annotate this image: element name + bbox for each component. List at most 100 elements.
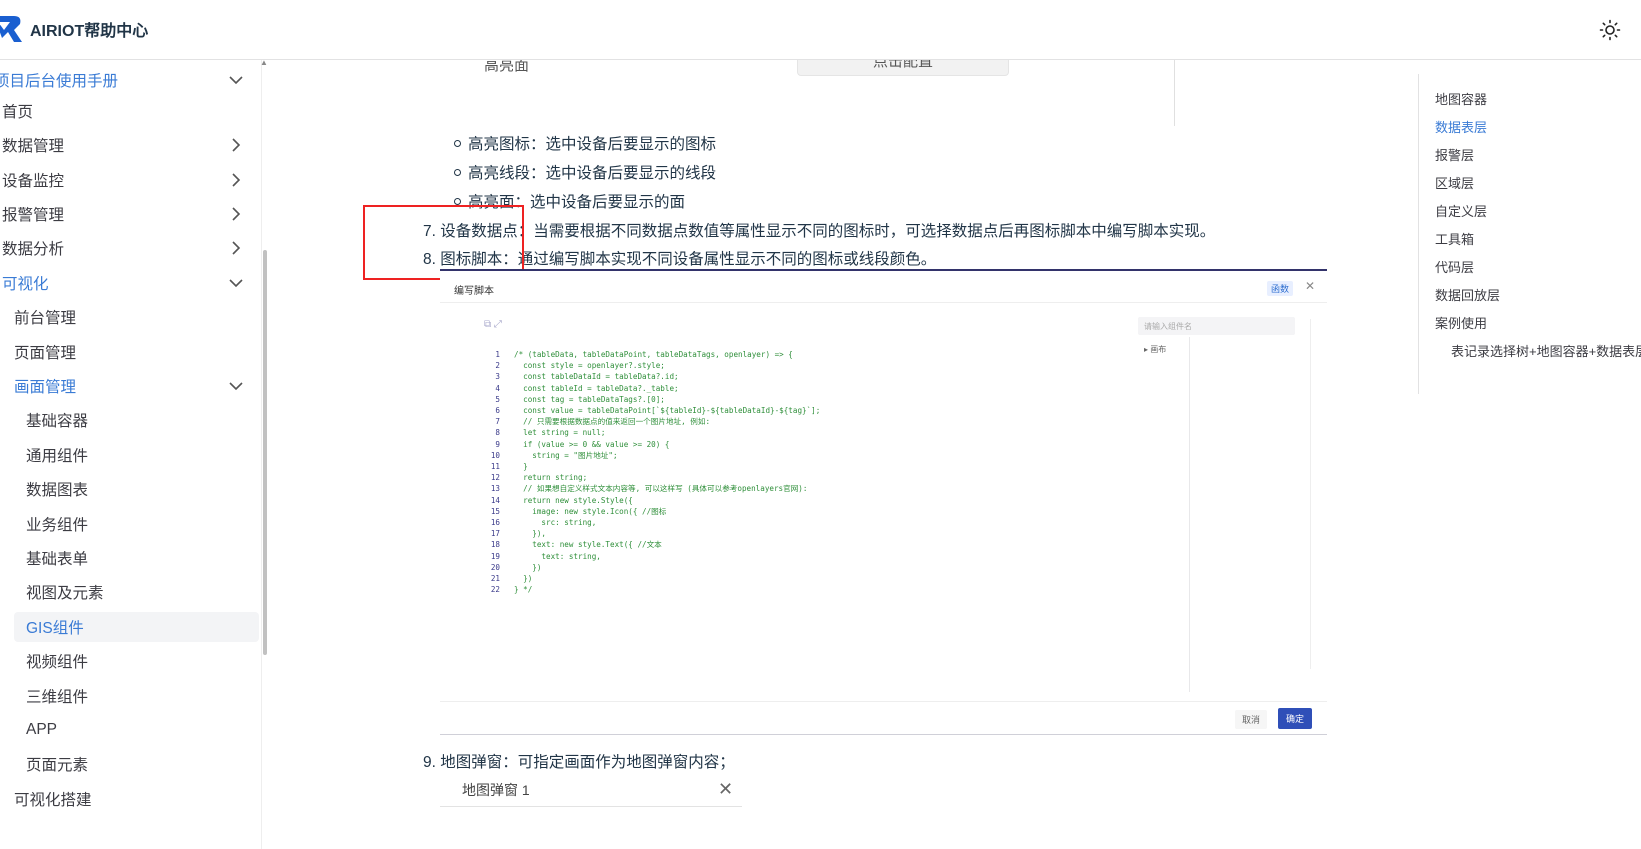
sidebar-item-label: 画面管理 [14,379,77,396]
line-number: 20 [490,562,500,572]
sidebar-item-home[interactable]: 首页 [2,96,33,126]
divider [1174,60,1175,126]
sidebar-item-alarm-management[interactable]: 报警管理 [2,199,247,229]
sidebar-item-label: 可视化搭建 [14,792,92,809]
outline-item-code-layer[interactable]: 代码层 [1435,257,1474,276]
sidebar-item-label: 设备监控 [2,173,65,190]
code-text: } [514,462,528,471]
sidebar-scrollbar[interactable] [263,250,267,655]
line-number: 19 [490,551,500,561]
code-line: 2 const style = openlayer?.style; [478,360,664,371]
code-line: 17 }), [478,528,546,539]
code-text: const tableId = tableData?._table; [514,383,679,393]
sidebar-item-video-components[interactable]: 视频组件 [26,646,88,676]
sidebar-item-manual[interactable]: 项目后台使用手册 [0,65,243,95]
code-text: return string; [514,473,588,483]
sidebar-nav: 项目后台使用手册 首页 数据管理 设备监控 报警管理 数据分析 可视化 前台管理… [0,60,262,849]
outline-item-tree-map-example[interactable]: 表记录选择树+地图容器+数据表层 [1451,341,1641,360]
outline-item-alarm-layer[interactable]: 报警层 [1435,145,1474,164]
code-line: 10 string = "图片地址"; [478,450,618,461]
code-text: string = "图片地址"; [514,450,618,460]
chevron-right-icon [232,173,241,187]
code-text: // 只需要根据数据点的值来返回一个图片地址, 例如: [514,417,711,427]
cancel-button: 取消 [1235,710,1268,729]
line-number: 14 [490,495,500,505]
code-text: text: string, [514,551,601,561]
divider [440,302,1327,303]
configure-button[interactable]: 点击配置 [797,60,1009,76]
scroll-up-arrow-icon[interactable]: ▲ [260,58,268,67]
sidebar-item-app[interactable]: APP [26,715,57,745]
tree-item-canvas: ▸ 画布 [1144,345,1167,354]
chevron-right-icon [232,138,241,152]
line-number: 17 [490,529,500,539]
sidebar-item-page-management[interactable]: 页面管理 [14,337,76,367]
outline-item-use-cases[interactable]: 案例使用 [1435,313,1487,332]
sidebar-item-data-analysis[interactable]: 数据分析 [2,233,247,263]
code-text: if (value >= 0 && value >= 20) { [514,439,670,449]
code-text: }), [514,529,547,539]
line-number: 13 [490,484,500,494]
code-line: 11 } [478,461,528,472]
sidebar-item-basic-forms[interactable]: 基础表单 [26,543,88,573]
line-number: 9 [495,439,500,449]
code-line: 1 /* (tableData, tableDataPoint, tableDat… [478,349,793,360]
sidebar-item-3d-components[interactable]: 三维组件 [26,681,88,711]
outline-item-custom-layer[interactable]: 自定义层 [1435,201,1487,220]
site-logo-link[interactable]: AIRIOT帮助中心 [0,14,148,44]
line-number: 7 [495,417,500,427]
outline-item-toolbox[interactable]: 工具箱 [1435,229,1474,248]
sidebar-item-label: 项目后台使用手册 [0,73,119,90]
sidebar-item-basic-container[interactable]: 基础容器 [26,405,88,435]
sun-icon[interactable] [1599,19,1621,41]
line-number: 22 [490,585,500,595]
code-text: text: new style.Text({ //文本 [514,540,662,550]
line-number: 6 [495,406,500,415]
code-text: image: new style.Icon({ //图标 [514,506,667,516]
code-line: 20 }) [478,562,542,573]
outline-item-region-layer[interactable]: 区域层 [1435,173,1474,192]
sidebar-item-data-charts[interactable]: 数据图表 [26,474,88,504]
line-number: 1 [495,350,500,359]
code-text: src: string, [514,518,597,527]
sidebar-item-frontend-management[interactable]: 前台管理 [14,302,76,332]
page-outline: 地图容器 数据表层 报警层 区域层 自定义层 工具箱 代码层 数据回放层 案例使… [1418,74,1641,394]
sidebar-item-visualization[interactable]: 可视化 [2,268,247,298]
chevron-down-icon [229,279,243,288]
doc-content: 高亮面 点击配置 高亮图标：选中设备后要显示的图标 高亮线段：选中设备后要显示的… [290,60,1400,849]
code-line: 4 const tableId = tableData?._table; [478,383,679,394]
code-line: 19 text: string, [478,551,601,562]
divider [440,701,1327,702]
function-tag: 函数 [1266,281,1293,296]
sidebar-item-label: 通用组件 [26,448,89,465]
sidebar-item-device-monitor[interactable]: 设备监控 [2,165,247,195]
ok-button: 确定 [1278,708,1313,729]
outline-item-playback-layer[interactable]: 数据回放层 [1435,285,1500,304]
sidebar-item-views-elements[interactable]: 视图及元素 [26,577,104,607]
sidebar-item-page-elements[interactable]: 页面元素 [26,749,88,779]
sidebar-item-common-components[interactable]: 通用组件 [26,440,88,470]
chevron-right-icon [232,241,241,255]
sidebar-item-gis-components[interactable]: GIS组件 [14,612,259,642]
sidebar-item-label: 数据图表 [26,482,89,499]
sidebar-item-label: 页面管理 [14,345,77,362]
sidebar-item-visual-building[interactable]: 可视化搭建 [14,784,92,814]
divider [1310,319,1311,669]
outline-item-data-table-layer[interactable]: 数据表层 [1435,117,1487,136]
close-icon[interactable]: ✕ [718,779,733,800]
code-line: 22} */ [478,584,532,595]
sidebar-item-label: 报警管理 [2,207,65,224]
outline-item-map-container[interactable]: 地图容器 [1435,89,1487,108]
sidebar-item-label: GIS组件 [26,620,84,637]
sidebar-item-business-components[interactable]: 业务组件 [26,509,88,539]
list-item-map-popup: 9. 地图弹窗：可指定画面作为地图弹窗内容； [423,754,735,771]
divider [1189,337,1190,692]
sidebar-item-screen-management[interactable]: 画面管理 [14,371,247,401]
sidebar-item-data-management[interactable]: 数据管理 [2,130,247,160]
map-popup-row: 地图弹窗 1 ✕ [440,775,742,807]
list-item-device-datapoint: 7. 设备数据点：当需要根据不同数据点数值等属性显示不同的图标时，可选择数据点后… [423,223,1216,240]
code-line: 12 return string; [478,472,587,483]
bullet-highlight-line: 高亮线段：选中设备后要显示的线段 [453,161,716,183]
code-text: /* (tableData, tableDataPoint, tableData… [514,350,793,359]
sidebar-item-label: 数据管理 [2,138,65,155]
